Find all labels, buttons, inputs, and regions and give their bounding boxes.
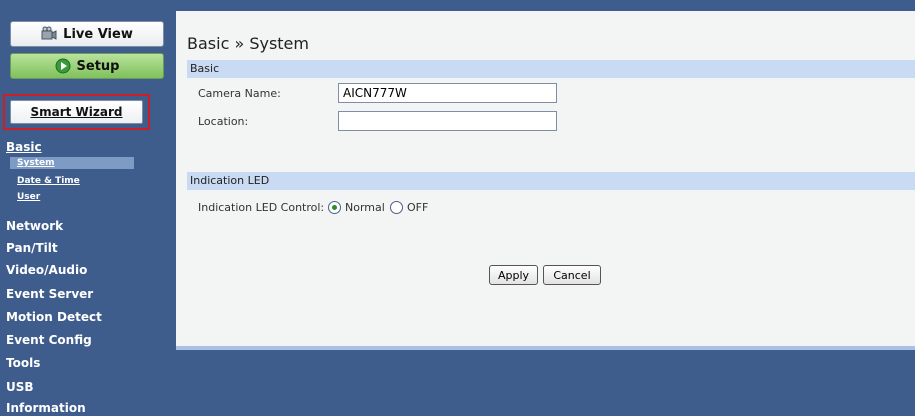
camera-icon bbox=[41, 26, 57, 42]
apply-button[interactable]: Apply bbox=[489, 265, 538, 285]
nav-basic[interactable]: Basic bbox=[6, 140, 42, 154]
led-normal-label: Normal bbox=[345, 201, 385, 214]
led-section-header: Indication LED bbox=[187, 172, 915, 190]
nav-event-server[interactable]: Event Server bbox=[6, 287, 93, 301]
setup-button[interactable]: Setup bbox=[10, 53, 164, 79]
nav-video-audio[interactable]: Video/Audio bbox=[6, 263, 87, 277]
sidebar: Live View Setup Smart Wizard Basic Syste… bbox=[0, 0, 172, 416]
live-view-button[interactable]: Live View bbox=[10, 21, 164, 47]
location-input[interactable] bbox=[338, 111, 557, 131]
live-view-label: Live View bbox=[63, 26, 133, 42]
main-panel: Basic » System Basic Camera Name: Locati… bbox=[176, 11, 915, 350]
led-normal-radio[interactable] bbox=[328, 201, 341, 214]
nav-network[interactable]: Network bbox=[6, 219, 63, 233]
nav-motion-detect[interactable]: Motion Detect bbox=[6, 310, 102, 324]
cancel-button[interactable]: Cancel bbox=[543, 265, 601, 285]
nav-basic-system[interactable]: System bbox=[10, 157, 134, 169]
setup-icon bbox=[55, 58, 71, 74]
smart-wizard-highlight: Smart Wizard bbox=[3, 94, 150, 130]
nav-basic-user[interactable]: User bbox=[10, 191, 40, 203]
nav-pan-tilt[interactable]: Pan/Tilt bbox=[6, 241, 58, 255]
page-title: Basic » System bbox=[187, 34, 309, 53]
smart-wizard-button[interactable]: Smart Wizard bbox=[10, 100, 143, 124]
led-control-label: Indication LED Control: bbox=[198, 201, 325, 214]
setup-label: Setup bbox=[76, 58, 120, 74]
camera-name-input[interactable] bbox=[338, 83, 557, 103]
nav-usb[interactable]: USB bbox=[6, 380, 34, 394]
basic-section-header: Basic bbox=[187, 60, 915, 78]
led-off-label: OFF bbox=[407, 201, 429, 214]
camera-name-label: Camera Name: bbox=[198, 87, 281, 100]
nav-basic-date-time[interactable]: Date & Time bbox=[10, 175, 80, 187]
location-label: Location: bbox=[198, 115, 249, 128]
nav-information[interactable]: Information bbox=[6, 401, 86, 415]
nav-event-config[interactable]: Event Config bbox=[6, 333, 92, 347]
nav-tools[interactable]: Tools bbox=[6, 356, 40, 370]
led-off-radio[interactable] bbox=[390, 201, 403, 214]
